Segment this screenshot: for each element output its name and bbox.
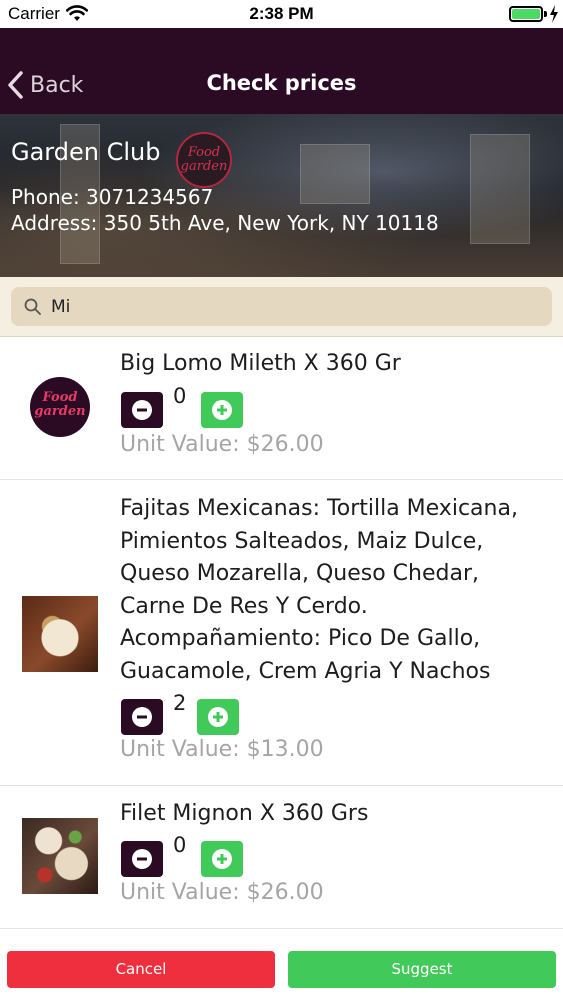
restaurant-phone: Phone: 3071234567 [11,185,214,209]
plus-circle-icon [208,707,228,727]
restaurant-logo-text: Food garden [180,145,228,174]
minus-circle-icon [132,400,152,420]
product-image [22,596,98,672]
suggest-button[interactable]: Suggest [288,951,556,988]
background-decoration [300,144,370,204]
battery-tip [544,11,547,17]
restaurant-name: Garden Club [11,138,161,166]
unit-value: Unit Value: $26.00 [120,432,324,457]
list-item: Food garden Big Lomo Mileth X 360 Gr 0 U… [0,338,563,480]
product-image [22,818,98,894]
search-input[interactable] [51,287,541,326]
product-title: Big Lomo Mileth X 360 Gr [120,351,401,376]
status-time: 2:38 PM [249,4,314,23]
product-list: Food garden Big Lomo Mileth X 360 Gr 0 U… [0,338,563,929]
navigation-bar: Back Check prices [0,28,563,114]
charging-bolt-icon [550,5,558,23]
increase-quantity-button[interactable] [197,699,239,735]
battery-icon [509,6,543,22]
restaurant-address: Address: 350 5th Ave, New York, NY 10118 [11,211,439,235]
cancel-button[interactable]: Cancel [7,951,275,988]
restaurant-header: Garden Club Food garden Phone: 307123456… [0,114,563,277]
increase-quantity-button[interactable] [201,841,243,877]
search-bar [0,277,563,337]
quantity-value: 0 [173,384,187,408]
decrease-quantity-button[interactable] [121,841,163,877]
plus-circle-icon [212,849,232,869]
restaurant-logo: Food garden [176,132,232,188]
product-title: Filet Mignon X 360 Grs [120,801,369,826]
list-item: Fajitas Mexicanas: Tortilla Mexicana, Pi… [0,480,563,786]
page-title: Check prices [206,71,357,95]
decrease-quantity-button[interactable] [121,699,163,735]
footer-actions: Cancel Suggest [0,938,563,1000]
quantity-value: 2 [173,691,187,715]
status-bar: Carrier 2:38 PM [0,0,563,28]
product-image: Food garden [22,369,98,445]
product-logo-text: Food garden [34,390,86,419]
plus-circle-icon [212,400,232,420]
quantity-value: 0 [173,833,187,857]
product-title: Fajitas Mexicanas: Tortilla Mexicana, Pi… [120,496,518,684]
decrease-quantity-button[interactable] [121,392,163,428]
minus-circle-icon [132,849,152,869]
minus-circle-icon [132,707,152,727]
increase-quantity-button[interactable] [201,392,243,428]
background-decoration [470,134,530,244]
unit-value: Unit Value: $26.00 [120,880,324,905]
list-item: Filet Mignon X 360 Grs 0 Unit Value: $26… [0,786,563,929]
search-icon [24,298,41,315]
search-box[interactable] [11,287,552,326]
unit-value: Unit Value: $13.00 [120,737,324,762]
